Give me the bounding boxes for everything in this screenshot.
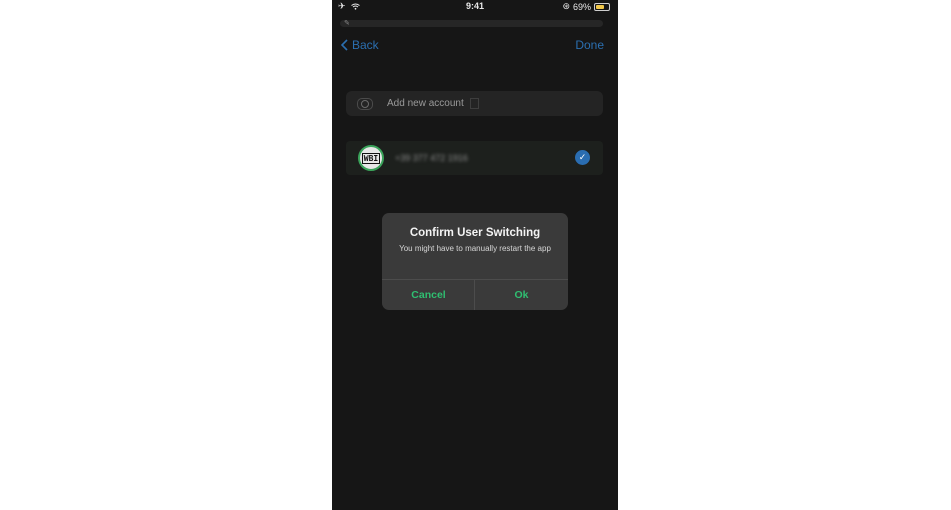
avatar: WBI [358, 145, 384, 171]
chevron-left-icon [341, 39, 348, 51]
square-icon [469, 98, 479, 109]
avatar-text: WBI [361, 152, 381, 164]
add-account-button[interactable]: Add new account [346, 91, 603, 116]
phone-screen: ✈ 9:41 ⊛ 69% ✎ Back Done Add new account… [332, 0, 618, 510]
add-account-icon [357, 97, 373, 110]
confirm-dialog: Confirm User Switching You might have to… [382, 213, 568, 310]
search-bar-remnant: ✎ [340, 20, 603, 27]
status-right: ⊛ 69% [562, 1, 610, 12]
account-row[interactable]: WBI +39 377 472 1916 ✓ [346, 141, 603, 175]
nav-bar: Back Done [332, 38, 618, 56]
add-account-label: Add new account [387, 98, 464, 109]
battery-fill [596, 4, 605, 9]
ok-button[interactable]: Ok [475, 280, 568, 310]
status-bar: ✈ 9:41 ⊛ 69% [332, 0, 618, 14]
back-label: Back [352, 38, 379, 52]
battery-percent: 69% [572, 1, 591, 12]
phone-number: +39 377 472 1916 [395, 153, 468, 163]
dialog-title: Confirm User Switching [409, 227, 541, 239]
battery-icon [594, 2, 610, 11]
cancel-button[interactable]: Cancel [382, 280, 475, 310]
checkmark-icon: ✓ [575, 150, 590, 165]
pencil-icon: ✎ [344, 20, 350, 27]
back-button[interactable]: Back [341, 38, 379, 52]
dialog-message: You might have to manually restart the a… [399, 244, 551, 253]
done-button[interactable]: Done [575, 38, 604, 52]
orientation-lock-icon: ⊛ [562, 1, 570, 11]
